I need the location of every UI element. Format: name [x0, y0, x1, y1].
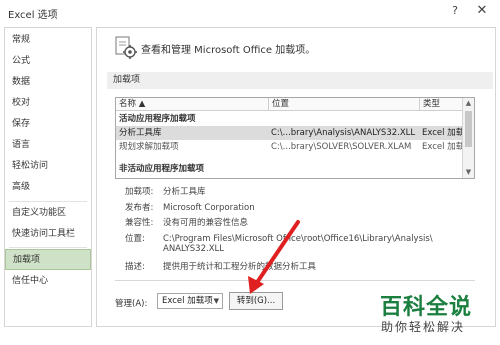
group-header-inactive: 非活动应用程序加载项	[119, 164, 205, 174]
sidebar-item-proofing[interactable]: 校对	[5, 93, 91, 114]
panel-description: 查看和管理 Microsoft Office 加载项。	[141, 45, 316, 56]
detail-compatibility: 兼容性: 没有可用的兼容性信息	[125, 216, 248, 228]
detail-label: 兼容性:	[125, 218, 154, 228]
detail-value: Microsoft Corporation	[163, 203, 255, 213]
detail-label: 发布者:	[125, 203, 154, 213]
close-button[interactable]: ✕	[474, 3, 490, 19]
sidebar-item-addins[interactable]: 加载项	[5, 249, 91, 270]
detail-label: 加载项:	[125, 187, 154, 197]
table-row[interactable]: 分析工具库 C:\...brary\Analysis\ANALYS32.XLL …	[116, 126, 464, 140]
sidebar-item-data[interactable]: 数据	[5, 72, 91, 93]
detail-label: 位置:	[125, 234, 145, 244]
cell-name: 分析工具库	[119, 128, 162, 138]
cell-type: Excel 加载项	[422, 142, 464, 152]
manage-dropdown-value: Excel 加载项	[162, 296, 213, 306]
sidebar-item-quick-access-toolbar[interactable]: 快速访问工具栏	[5, 224, 91, 245]
column-header-type[interactable]: 类型	[419, 98, 464, 111]
manage-dropdown[interactable]: Excel 加载项 ▼	[157, 293, 223, 309]
help-button[interactable]: ?	[448, 4, 462, 20]
scroll-down-icon[interactable]: ▼	[463, 167, 474, 178]
table-scrollbar[interactable]: ▲ ▼	[462, 98, 474, 178]
scroll-up-icon[interactable]: ▲	[463, 98, 474, 109]
sidebar-item-formulas[interactable]: 公式	[5, 51, 91, 72]
cell-location: C:\...brary\Analysis\ANALYS32.XLL	[271, 128, 416, 138]
detail-value: ANALYS32.XLL	[163, 244, 224, 254]
detail-location: 位置: C:\Program Files\Microsoft Office\roo…	[125, 232, 433, 244]
title-bar: Excel 选项 ? ✕	[0, 0, 500, 26]
window-title: Excel 选项	[8, 10, 58, 21]
table-row[interactable]: 规划求解加载项 C:\...brary\SOLVER\SOLVER.XLAM E…	[116, 140, 464, 154]
addins-table: 名称 ▲ 位置 类型 活动应用程序加载项 分析工具库 C:\...brary\A…	[115, 97, 475, 179]
sidebar-item-accessibility[interactable]: 轻松访问	[5, 156, 91, 177]
options-sidebar: 常规 公式 数据 校对 保存 语言 轻松访问 高级 自定义功能区 快速访问工具栏…	[4, 27, 92, 327]
sidebar-item-language[interactable]: 语言	[5, 135, 91, 156]
watermark-logo: 百科全说	[380, 295, 473, 320]
group-header-active: 活动应用程序加载项	[119, 114, 196, 124]
sidebar-item-general[interactable]: 常规	[5, 30, 91, 51]
manage-label: 管理(A):	[115, 299, 148, 309]
detail-location-continued: ANALYS32.XLL	[163, 244, 224, 254]
divider	[115, 280, 475, 281]
sidebar-divider	[9, 247, 87, 248]
detail-description: 描述: 提供用于统计和工程分析的数据分析工具	[125, 260, 316, 272]
chevron-down-icon: ▼	[213, 297, 219, 305]
sidebar-item-trust-center[interactable]: 信任中心	[5, 271, 91, 292]
addin-gear-icon	[115, 36, 137, 59]
column-header-name[interactable]: 名称 ▲	[116, 98, 268, 111]
sidebar-item-customize-ribbon[interactable]: 自定义功能区	[5, 203, 91, 224]
detail-publisher: 发布者: Microsoft Corporation	[125, 201, 255, 213]
watermark-slogan: 助你轻松解决	[381, 320, 466, 334]
section-title: 加载项	[107, 72, 493, 89]
goto-button[interactable]: 转到(G)...	[229, 292, 283, 310]
detail-value: 分析工具库	[163, 187, 206, 197]
sidebar-item-save[interactable]: 保存	[5, 114, 91, 135]
detail-value: 提供用于统计和工程分析的数据分析工具	[163, 262, 317, 272]
cell-name: 规划求解加载项	[119, 142, 179, 152]
addins-panel: 查看和管理 Microsoft Office 加载项。 加载项 名称 ▲ 位置 …	[96, 27, 496, 327]
detail-value: 没有可用的兼容性信息	[163, 218, 249, 228]
column-header-location[interactable]: 位置	[268, 98, 419, 111]
detail-label: 描述:	[125, 262, 145, 272]
detail-value: C:\Program Files\Microsoft Office\root\O…	[163, 234, 433, 244]
scroll-thumb[interactable]	[465, 111, 472, 147]
sidebar-divider	[9, 201, 87, 202]
cell-type: Excel 加载项	[422, 128, 464, 138]
cell-location: C:\...brary\SOLVER\SOLVER.XLAM	[271, 142, 412, 152]
sidebar-item-advanced[interactable]: 高级	[5, 177, 91, 198]
detail-addin: 加载项: 分析工具库	[125, 185, 206, 197]
